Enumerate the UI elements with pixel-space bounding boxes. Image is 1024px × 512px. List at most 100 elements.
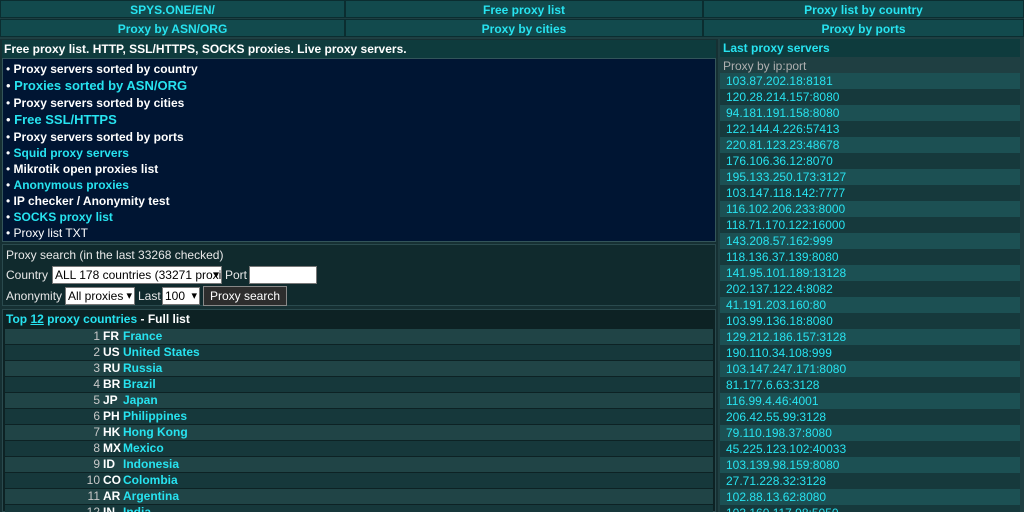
last-label: Last <box>138 289 161 303</box>
country-rank: 11 <box>87 489 100 503</box>
proxy-row[interactable]: 120.28.214.157:8080 <box>720 89 1020 105</box>
nav-proxy-by-ports[interactable]: Proxy by ports <box>703 19 1024 37</box>
bullet-icon: • <box>6 178 14 192</box>
proxy-row[interactable]: 118.136.37.139:8080 <box>720 249 1020 265</box>
top-countries-panel: Top 12 proxy countries - Full list 1 FR Fr… <box>2 309 716 512</box>
proxy-row[interactable]: 116.99.4.46:4001 <box>720 393 1020 409</box>
proxy-row[interactable]: 103.99.136.18:8080 <box>720 313 1020 329</box>
menu-item[interactable]: • Anonymous proxies <box>6 177 715 193</box>
proxy-row[interactable]: 79.110.198.37:8080 <box>720 425 1020 441</box>
country-name[interactable]: Argentina <box>123 489 179 504</box>
proxy-row[interactable]: 94.181.191.158:8080 <box>720 105 1020 121</box>
country-name[interactable]: Indonesia <box>123 457 179 472</box>
country-row[interactable]: 6 PH Philippines <box>5 409 713 424</box>
country-row[interactable]: 11 AR Argentina <box>5 489 713 504</box>
nav-free-proxy-list[interactable]: Free proxy list <box>345 0 703 18</box>
port-label: Port <box>225 268 248 282</box>
menu-item[interactable]: • Proxy servers sorted by cities <box>6 95 715 111</box>
proxy-row[interactable]: 103.139.98.159:8080 <box>720 457 1020 473</box>
proxy-row[interactable]: 190.110.34.108:999 <box>720 345 1020 361</box>
menu-item[interactable]: • Proxy servers sorted by ports <box>6 129 715 145</box>
bullet-icon: • <box>6 130 14 144</box>
proxy-row[interactable]: 103.147.118.142:7777 <box>720 185 1020 201</box>
menu-item[interactable]: • IP checker / Anonymity test <box>6 193 715 209</box>
country-name[interactable]: Brazil <box>123 377 156 392</box>
country-code: MX <box>103 441 121 455</box>
proxy-row[interactable]: 81.177.6.63:3128 <box>720 377 1020 393</box>
country-code: IN <box>103 505 115 512</box>
country-name[interactable]: Mexico <box>123 441 164 456</box>
country-name[interactable]: India <box>123 505 151 512</box>
port-input[interactable] <box>249 266 317 284</box>
bullet-icon: • <box>6 62 14 76</box>
anonymity-select[interactable]: All proxies <box>65 287 135 305</box>
country-row[interactable]: 3 RU Russia <box>5 361 713 376</box>
country-row[interactable]: 8 MX Mexico <box>5 441 713 456</box>
country-name[interactable]: Japan <box>123 393 158 408</box>
menu-item[interactable]: • SOCKS proxy list <box>6 209 715 225</box>
menu-item[interactable]: • Squid proxy servers <box>6 145 715 161</box>
menu-item[interactable]: • Proxies sorted by ASN/ORG <box>6 77 715 95</box>
nav-proxy-by-country[interactable]: Proxy list by country <box>703 0 1024 18</box>
menu-item[interactable]: • Proxy servers sorted by country <box>6 61 715 77</box>
country-row[interactable]: 9 ID Indonesia <box>5 457 713 472</box>
bullet-icon: • <box>6 96 14 110</box>
country-row[interactable]: 7 HK Hong Kong <box>5 425 713 440</box>
proxy-row[interactable]: 118.71.170.122:16000 <box>720 217 1020 233</box>
proxy-row[interactable]: 103.87.202.18:8181 <box>720 73 1020 89</box>
country-row[interactable]: 2 US United States <box>5 345 713 360</box>
bullet-icon: • <box>6 226 14 240</box>
proxy-row[interactable]: 116.102.206.233:8000 <box>720 201 1020 217</box>
proxy-row[interactable]: 141.95.101.189:13128 <box>720 265 1020 281</box>
country-label: Country <box>6 268 49 282</box>
top-countries-heading: Top 12 proxy countries - Full list <box>6 311 190 328</box>
country-name[interactable]: France <box>123 329 162 344</box>
country-name[interactable]: Philippines <box>123 409 187 424</box>
country-row[interactable]: 1 FR France <box>5 329 713 344</box>
country-code: PH <box>103 409 120 423</box>
proxy-row[interactable]: 45.225.123.102:40033 <box>720 441 1020 457</box>
nav-proxy-by-asn[interactable]: Proxy by ASN/ORG <box>0 19 345 37</box>
proxy-row[interactable]: 202.137.122.4:8082 <box>720 281 1020 297</box>
country-rank: 4 <box>93 377 100 391</box>
country-select[interactable]: ALL 178 countries (33271 proxies) <box>52 266 222 284</box>
country-row[interactable]: 10 CO Colombia <box>5 473 713 488</box>
country-name[interactable]: Russia <box>123 361 162 376</box>
menu-item-label: Proxy servers sorted by cities <box>13 96 185 110</box>
menu-item-label: Free SSL/HTTPS <box>14 112 117 127</box>
nav-proxy-by-cities[interactable]: Proxy by cities <box>345 19 703 37</box>
country-rank: 10 <box>86 473 100 487</box>
proxy-row[interactable]: 206.42.55.99:3128 <box>720 409 1020 425</box>
proxy-row[interactable]: 176.106.36.12:8070 <box>720 153 1020 169</box>
menu-item-label: Proxy servers sorted by country <box>13 62 198 76</box>
proxy-row[interactable]: 41.191.203.160:80 <box>720 297 1020 313</box>
menu-item[interactable]: • Mikrotik open proxies list <box>6 161 715 177</box>
proxy-search-button[interactable]: Proxy search <box>203 286 288 306</box>
proxy-row[interactable]: 103.147.247.171:8080 <box>720 361 1020 377</box>
country-rank: 6 <box>93 409 100 423</box>
proxy-row[interactable]: 102.88.13.62:8080 <box>720 489 1020 505</box>
menu-item[interactable]: • Proxy list TXT <box>6 225 715 241</box>
proxy-row[interactable]: 27.71.228.32:3128 <box>720 473 1020 489</box>
last-proxy-heading[interactable]: Last proxy servers <box>720 39 1020 57</box>
proxy-row[interactable]: 195.133.250.173:3127 <box>720 169 1020 185</box>
proxy-row[interactable]: 129.212.186.157:3128 <box>720 329 1020 345</box>
country-code: RU <box>103 361 121 375</box>
proxy-row[interactable]: 143.208.57.162:999 <box>720 233 1020 249</box>
nav-spys-home[interactable]: SPYS.ONE/EN/ <box>0 0 345 18</box>
proxy-row[interactable]: 103.160.117.98:5050 <box>720 505 1020 512</box>
last-select[interactable]: 100 <box>162 287 200 305</box>
country-rank: 9 <box>93 457 100 471</box>
menu-item[interactable]: • Free SSL/HTTPS <box>6 111 715 129</box>
country-name[interactable]: Hong Kong <box>123 425 188 440</box>
country-row[interactable]: 5 JP Japan <box>5 393 713 408</box>
proxy-row[interactable]: 220.81.123.23:48678 <box>720 137 1020 153</box>
country-name[interactable]: United States <box>123 345 200 360</box>
country-row[interactable]: 4 BR Brazil <box>5 377 713 392</box>
country-row[interactable]: 12 IN India <box>5 505 713 512</box>
bullet-icon: • <box>6 210 14 224</box>
full-list-link[interactable]: Full list <box>148 312 190 326</box>
proxy-row[interactable]: 122.144.4.226:57413 <box>720 121 1020 137</box>
country-name[interactable]: Colombia <box>123 473 178 488</box>
top-count-link[interactable]: 12 <box>30 312 43 326</box>
